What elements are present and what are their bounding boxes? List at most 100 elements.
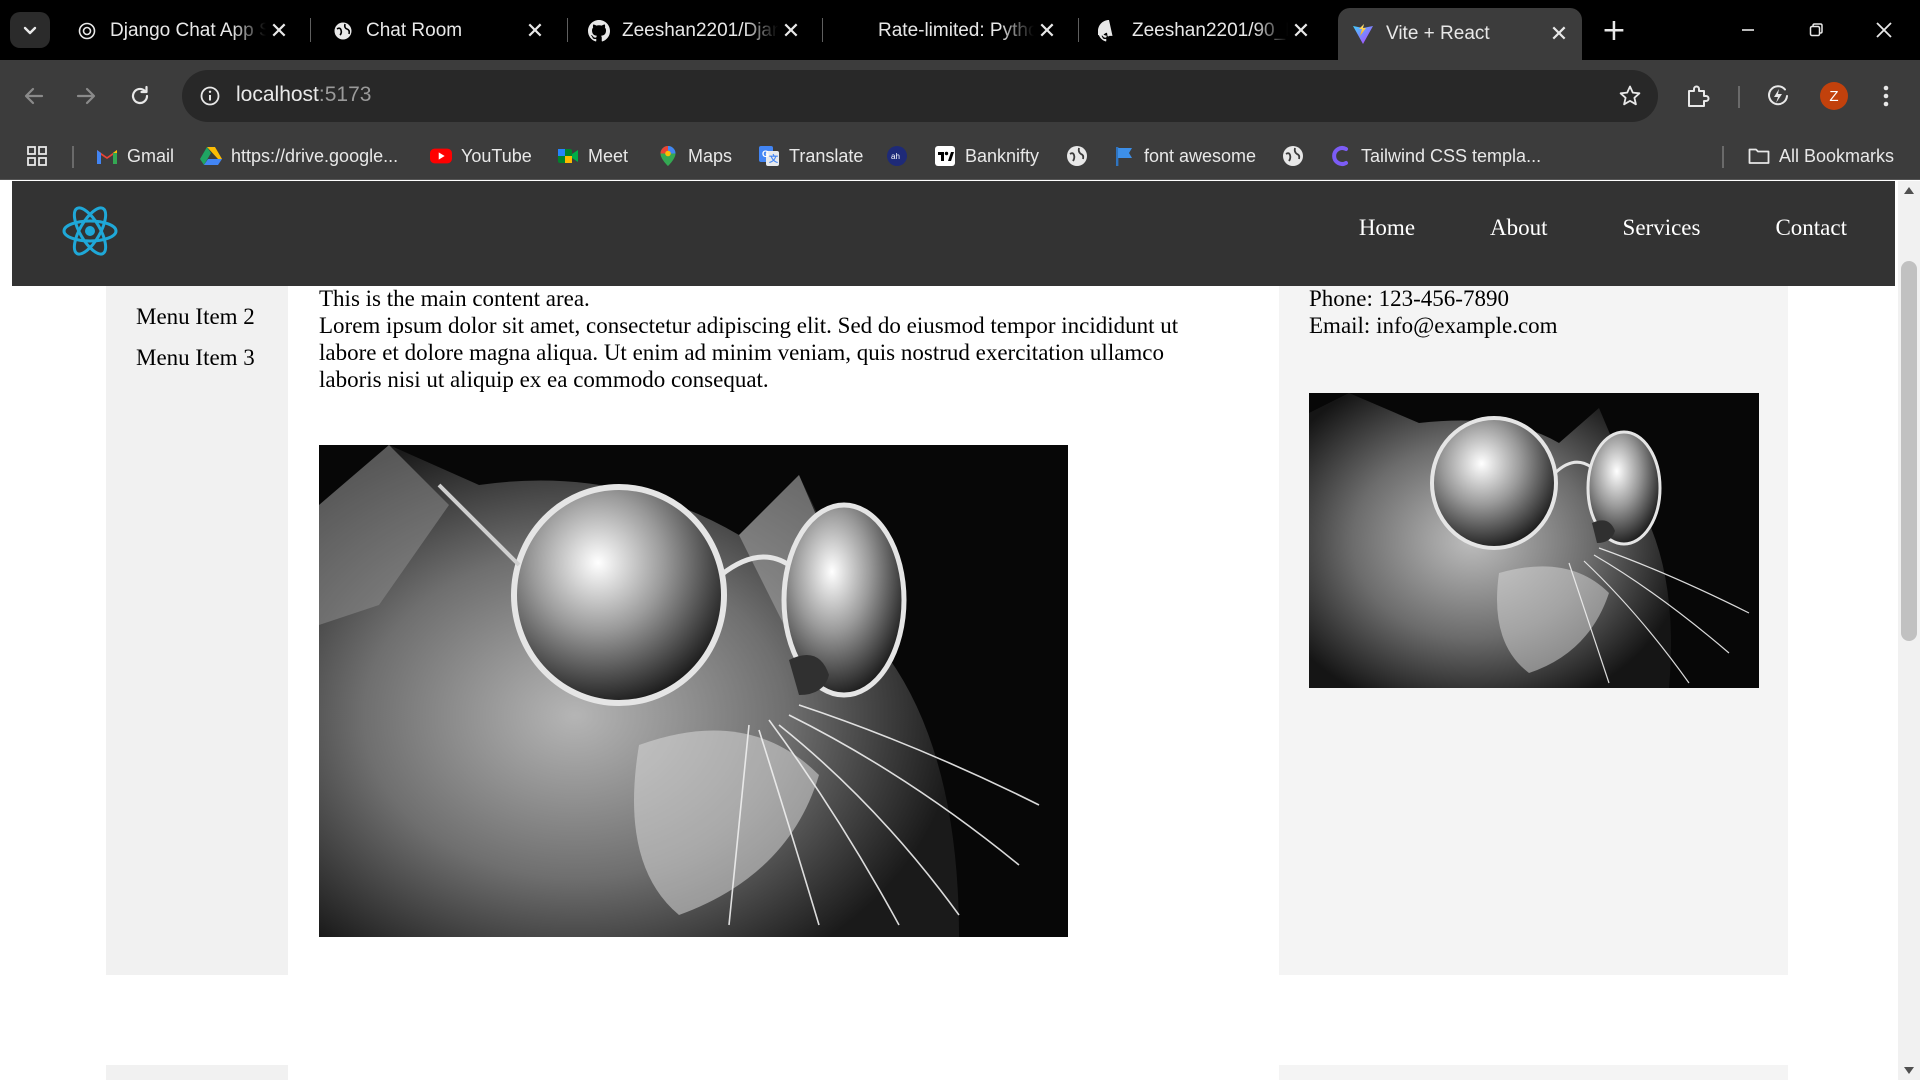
reload-icon [131, 85, 149, 105]
url-text[interactable]: localhost:5173 [236, 83, 371, 107]
apps-button[interactable] [26, 142, 48, 170]
nav-link-services[interactable]: Services [1623, 215, 1701, 241]
cat-with-sunglasses-photo [319, 445, 1068, 937]
bookmark-translate[interactable]: G文 Translate [758, 142, 863, 170]
url-port: :5173 [318, 83, 372, 106]
restore-button[interactable] [1794, 12, 1838, 48]
tab-github-django[interactable]: Zeeshan2201/Djan ✕ [574, 8, 814, 54]
sidebar-menu-item-2[interactable]: Menu Item 2 [136, 303, 266, 330]
bookmark-label: Tailwind CSS templa... [1361, 145, 1542, 166]
forward-button[interactable] [68, 78, 104, 114]
close-icon[interactable]: ✕ [1288, 18, 1314, 44]
angel-one-icon: ah [886, 145, 908, 167]
address-bar[interactable]: localhost:5173 [182, 70, 1658, 122]
gmail-icon [96, 145, 118, 167]
sidebar-menu-item-3[interactable]: Menu Item 3 [136, 344, 266, 371]
nav-link-contact[interactable]: Contact [1775, 215, 1847, 241]
new-tab-button[interactable]: + [1598, 13, 1630, 48]
flag-icon [1113, 145, 1135, 167]
toolbar-divider [1738, 86, 1740, 108]
bookmark-star-icon[interactable] [1616, 82, 1644, 110]
bookmark-meet[interactable]: Meet [557, 142, 628, 170]
contact-email: Email: info@example.com [1309, 313, 1558, 338]
nav-link-about[interactable]: About [1490, 215, 1548, 241]
svg-text:文: 文 [768, 153, 779, 164]
browser-menu-button[interactable] [1868, 78, 1904, 114]
nav-link-home[interactable]: Home [1359, 215, 1415, 241]
profile-avatar[interactable]: Z [1820, 82, 1848, 110]
arrow-left-icon [24, 87, 44, 105]
page-scrollbar[interactable] [1898, 181, 1920, 1080]
tab-django-chat[interactable]: Django Chat App S ✕ [62, 8, 302, 54]
back-button[interactable] [16, 78, 52, 114]
profile-initial: Z [1829, 87, 1839, 105]
tab-github-90[interactable]: Zeeshan2201/90_N ✕ [1084, 8, 1324, 54]
tab-chat-room[interactable]: Chat Room ✕ [318, 8, 558, 54]
svg-text:G: G [762, 149, 769, 159]
performance-button[interactable] [1760, 78, 1796, 114]
tab-title: Zeeshan2201/Djan [622, 20, 778, 41]
folder-icon [1748, 145, 1770, 167]
bookmark-maps[interactable]: Maps [657, 142, 732, 170]
globe-icon [1282, 145, 1304, 167]
google-drive-icon [200, 145, 222, 167]
site-info-icon[interactable] [194, 80, 226, 112]
apps-grid-icon [27, 146, 47, 166]
all-bookmarks-button[interactable]: All Bookmarks [1748, 142, 1894, 170]
tab-search-button[interactable] [10, 12, 50, 48]
tab-strip: Django Chat App S ✕ Chat Room ✕ Zeeshan2… [0, 0, 1920, 60]
tab-title: Chat Room [366, 20, 463, 41]
right-sidebar-next [1279, 1065, 1788, 1080]
github-icon [588, 20, 610, 42]
close-icon[interactable]: ✕ [522, 18, 548, 44]
contact-phone: Phone: 123-456-7890 [1309, 286, 1509, 311]
bookmark-globe-2[interactable] [1282, 142, 1313, 170]
minimize-button[interactable] [1726, 12, 1770, 48]
translate-icon: G文 [758, 145, 780, 167]
bookmark-label: font awesome [1144, 145, 1257, 166]
bookmark-font-awesome[interactable]: font awesome [1113, 142, 1256, 170]
site-navbar: Home About Services Contact [12, 181, 1895, 286]
bookmark-tailwind[interactable]: Tailwind CSS templa... [1330, 142, 1541, 170]
bookmark-gmail[interactable]: Gmail [96, 142, 174, 170]
tradingview-icon [934, 145, 956, 167]
scrollbar-thumb[interactable] [1901, 261, 1917, 641]
tab-rate-limited[interactable]: Rate-limited: Pytho ✕ [830, 8, 1070, 54]
bookmark-youtube[interactable]: YouTube [430, 142, 532, 170]
react-logo-icon[interactable] [56, 197, 124, 265]
minimize-icon [1742, 29, 1754, 31]
close-icon[interactable]: ✕ [266, 18, 292, 44]
bookmark-globe-1[interactable] [1066, 142, 1097, 170]
url-host: localhost [236, 83, 319, 106]
bookmarks-divider [1722, 146, 1724, 168]
reload-button[interactable] [122, 78, 158, 114]
close-icon[interactable]: ✕ [1034, 18, 1060, 44]
main-content: This is the main content area. Lorem ips… [319, 285, 1225, 937]
tab-vite-react[interactable]: Vite + React ✕ [1338, 8, 1582, 60]
left-sidebar: Menu Item 2 Menu Item 3 [106, 181, 288, 975]
puzzle-icon [1688, 85, 1710, 107]
close-window-button[interactable] [1862, 12, 1906, 48]
maps-icon [657, 145, 679, 167]
globe-icon [1066, 145, 1088, 167]
tab-separator [822, 18, 823, 42]
tab-title: Vite + React [1386, 23, 1490, 44]
bookmark-banknifty[interactable]: Banknifty [934, 142, 1039, 170]
main-intro-text: This is the main content area. [319, 286, 590, 311]
svg-text:ah: ah [891, 152, 900, 161]
bookmark-label: Banknifty [965, 145, 1040, 166]
vite-icon [1352, 23, 1374, 45]
chevron-down-icon [23, 26, 37, 35]
scroll-up-arrow-icon[interactable] [1904, 187, 1914, 194]
close-icon[interactable]: ✕ [778, 18, 804, 44]
sidebar-menu: Menu Item 2 Menu Item 3 [136, 303, 266, 385]
bookmark-label: Maps [688, 145, 733, 166]
left-sidebar-next [106, 1065, 288, 1080]
scroll-down-arrow-icon[interactable] [1904, 1067, 1914, 1074]
bookmark-angel-one[interactable]: ah [886, 142, 917, 170]
bookmark-label: Meet [588, 145, 629, 166]
tailwind-icon [1330, 145, 1352, 167]
bookmark-google-drive[interactable]: https://drive.google... [200, 142, 398, 170]
close-icon[interactable]: ✕ [1546, 21, 1572, 47]
extensions-button[interactable] [1680, 78, 1716, 114]
